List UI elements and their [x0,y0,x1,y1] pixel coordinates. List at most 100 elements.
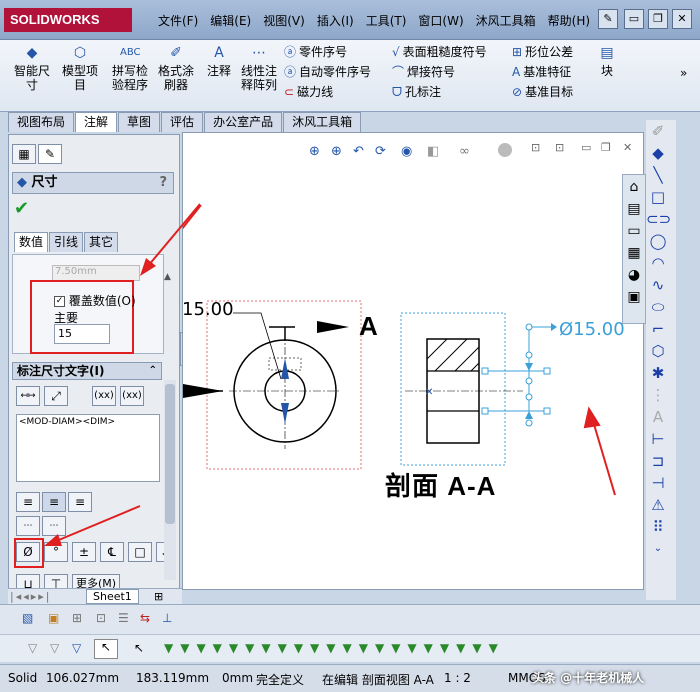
grid-icon[interactable]: ⊞ [72,611,82,625]
tab-evaluate[interactable]: 评估 [161,112,204,132]
status-x: 106.027mm [46,671,120,685]
select-pointer-icon[interactable]: ↖ [94,639,118,659]
max-view-icon[interactable]: ❐ [601,141,611,154]
line-icon[interactable]: ╲ [646,164,670,186]
snap-icon[interactable]: ⊡ [96,611,106,625]
align-icon[interactable]: ☰ [118,611,129,625]
spline-icon[interactable]: ∿ [646,274,670,296]
note-button[interactable]: A 注释 [202,44,236,78]
rectangle-icon[interactable]: □ [646,186,670,208]
centerline-icon[interactable]: ⋮ [646,384,670,406]
previous-view-icon[interactable]: ↶ [353,144,364,159]
magnetic-line-button[interactable]: ⊂ 磁力线 [284,82,371,102]
custom-properties-icon[interactable]: ▣ [624,287,644,307]
property-manager-tab-icon[interactable]: ✎ [38,144,62,164]
view-split-icon[interactable]: ⊡ [531,141,540,154]
tab-mufeng-toolbox[interactable]: 沐风工具箱 [283,112,362,132]
weld-symbol-button[interactable]: ⌒ 焊接符号 [392,62,487,82]
pin-icon[interactable]: ✎ [598,9,618,29]
sketch-icon[interactable]: ✐ [646,120,670,142]
gtol-button[interactable]: ⊞ 形位公差 [512,42,573,62]
solidworks-logo[interactable]: SOLIDWORKS [4,8,132,32]
view-cube-icon[interactable]: ◧ [427,144,439,159]
smart-dim-icon[interactable]: ◆ [646,142,670,164]
axis-icon[interactable]: ⊥ [162,611,172,625]
restore-button[interactable]: ❐ [648,9,668,29]
section-label-a[interactable]: A [359,311,378,341]
min-view-icon[interactable]: ▭ [581,141,591,154]
trim-icon[interactable]: ⊢ [646,428,670,450]
menu-edit[interactable]: 编辑(E) [204,10,257,32]
layer-icon[interactable]: ▧ [22,611,33,625]
tab-office-products[interactable]: 办公室产品 [204,112,283,132]
appearance-icon[interactable] [498,143,512,157]
section-view-boundary[interactable] [400,312,506,466]
menu-help[interactable]: 帮助(H) [542,10,596,32]
ribbon-expand-icon[interactable]: » [680,66,687,80]
design-library-icon[interactable]: ▤ [624,199,644,219]
zoom-to-fit-icon[interactable]: ⊕ [309,144,320,159]
linear-note-pattern-button[interactable]: ⋯ 线性注 释阵列 [238,44,280,92]
balloon-button[interactable]: ⓐ 零件序号 [284,42,371,62]
close-view-icon[interactable]: ✕ [623,141,632,154]
text-icon[interactable]: A [646,406,670,428]
tab-sketch[interactable]: 草图 [118,112,161,132]
hide-show-icon[interactable]: ∞ [459,144,470,159]
spell-check-button[interactable]: ABC 拼写检 验程序 [108,44,152,92]
filter2-icon[interactable]: ▽ [50,641,59,655]
hole-callout-button[interactable]: ᗜ 孔标注 [392,82,487,102]
drawing-svg: ⊕ ⊕ ↶ ⟳ ◉ ◧ ∞ ⊡ ⊡ ▭ ❐ ✕ A 15.00 ✕ Ø15.00… [152,141,632,501]
relations-icon[interactable]: ⚠ [646,494,670,516]
datum-target-button[interactable]: ⊘ 基准目标 [512,82,573,102]
feature-manager-tab-icon[interactable]: ▦ [12,144,36,164]
menu-view[interactable]: 视图(V) [257,10,311,32]
break-icon[interactable]: ⇆ [140,611,150,625]
menu-window[interactable]: 窗口(W) [412,10,469,32]
filter-icon[interactable]: ▽ [28,641,37,655]
layer2-icon[interactable]: ▣ [48,611,59,625]
select-arrow-icon[interactable]: ↖ [134,641,144,655]
pattern-icon[interactable]: ⠿ [646,516,670,538]
ellipse-icon[interactable]: ⬭ [646,296,670,318]
drawing-canvas[interactable]: ⊕ ⊕ ↶ ⟳ ◉ ◧ ∞ ⊡ ⊡ ▭ ❐ ✕ A 15.00 ✕ Ø15.00… [152,132,644,590]
display-style-icon[interactable]: ◉ [401,144,412,159]
mirror-icon[interactable]: ⊣ [646,472,670,494]
file-explorer-icon[interactable]: ▭ [624,221,644,241]
annotation-arrows [152,204,616,496]
format-painter-button[interactable]: ✐ 格式涂 刷器 [154,44,198,92]
circle-icon[interactable]: ◯ [646,230,670,252]
section-view-title[interactable]: 剖面 A-A [385,471,496,501]
status-app: Solid [8,671,38,685]
view-split2-icon[interactable]: ⊡ [555,141,564,154]
menu-file[interactable]: 文件(F) [152,10,204,32]
polygon-icon[interactable]: ⬡ [646,340,670,362]
filter-set-icons[interactable]: ▼▼▼▼▼▼▼▼▼▼▼▼▼▼▼▼▼▼▼▼▼ [164,641,505,655]
dimension-right-text[interactable]: Ø15.00 [559,319,625,340]
home-icon[interactable]: ⌂ [624,177,644,197]
fillet-icon[interactable]: ⌐ [646,318,670,340]
offset-icon[interactable]: ⊐ [646,450,670,472]
linear-pattern-icon: ⋯ [252,45,266,61]
tab-annotation[interactable]: 注解 [75,112,118,132]
menu-mufeng[interactable]: 沐风工具箱 [470,10,542,32]
appearances-icon[interactable]: ◕ [624,265,644,285]
menu-insert[interactable]: 插入(I) [311,10,360,32]
point-icon[interactable]: ✱ [646,362,670,384]
rotate-view-icon[interactable]: ⟳ [375,144,386,159]
datum-feature-button[interactable]: A 基准特征 [512,62,573,82]
zoom-area-icon[interactable]: ⊕ [331,144,342,159]
filter3-icon[interactable]: ▽ [72,641,81,655]
arc-icon[interactable]: ◠ [646,252,670,274]
slot-icon[interactable]: ⊂⊃ [646,208,671,230]
block-button[interactable]: ▤ 块 [596,44,618,78]
smart-dimension-button[interactable]: ◆ 智能尺 寸 [10,44,54,92]
close-button[interactable]: ✕ [672,9,692,29]
auto-balloon-button[interactable]: ⓐ 自动零件序号 [284,62,371,82]
tab-view-layout[interactable]: 视图布局 [8,112,75,132]
minimize-button[interactable]: ▭ [624,9,644,29]
toolbar-more-icon[interactable]: ⌄ [646,538,670,560]
surface-finish-button[interactable]: √ 表面粗糙度符号 [392,42,487,62]
model-items-button[interactable]: ⬡ 模型项 目 [58,44,102,92]
menu-tools[interactable]: 工具(T) [360,10,413,32]
view-palette-icon[interactable]: ▦ [624,243,644,263]
